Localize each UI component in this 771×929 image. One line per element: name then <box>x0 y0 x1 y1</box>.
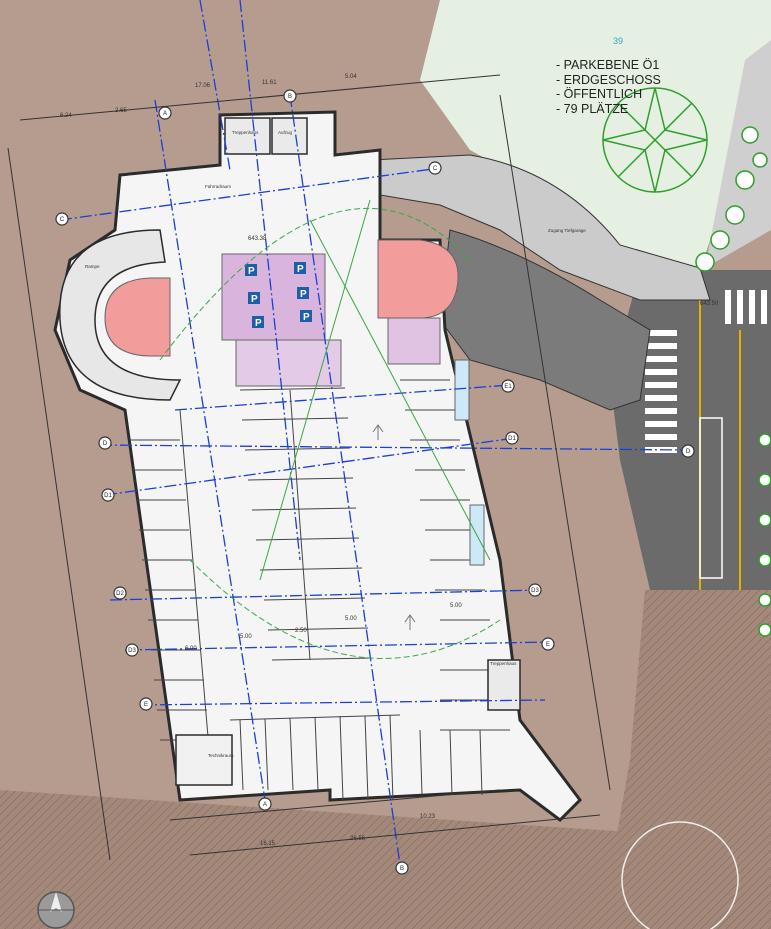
plan-legend: - PARKEBENE Ö1 - ERDGESCHOSS - ÖFFENTLIC… <box>556 58 661 116</box>
svg-text:D: D <box>103 441 108 447</box>
accessible-bays <box>221 253 326 341</box>
svg-text:Zugang Tiefgarage: Zugang Tiefgarage <box>548 228 586 233</box>
lift-core-top <box>271 117 308 155</box>
svg-text:P: P <box>297 264 304 275</box>
legend-line-2: - ERDGESCHOSS <box>556 72 661 87</box>
svg-text:B: B <box>288 94 292 100</box>
svg-text:5.00: 5.00 <box>240 634 252 640</box>
svg-text:E1: E1 <box>504 384 512 390</box>
legend-line-3: - ÖFFENTLICH <box>556 87 643 101</box>
svg-text:B: B <box>400 866 404 872</box>
svg-text:6.24: 6.24 <box>60 113 72 119</box>
svg-text:643.50: 643.50 <box>700 301 719 307</box>
svg-text:P: P <box>248 266 255 277</box>
svg-text:Fahrradraum: Fahrradraum <box>205 184 231 189</box>
stair-core-top <box>224 117 271 155</box>
svg-text:P: P <box>255 318 262 329</box>
svg-text:16.15: 16.15 <box>260 841 276 847</box>
svg-text:11.61: 11.61 <box>262 80 277 86</box>
legend-line-4: - 79 PLÄTZE <box>556 101 629 116</box>
svg-text:D3: D3 <box>128 648 136 654</box>
site-plan: P P P P P P A B C C D D1 D1 D D2 D3 E D3… <box>0 0 771 929</box>
red-island-left <box>104 277 171 357</box>
svg-text:D1: D1 <box>104 493 112 499</box>
svg-text:P: P <box>251 294 258 305</box>
drainage-strip <box>454 359 470 421</box>
svg-text:Treppenhaus: Treppenhaus <box>490 661 517 666</box>
svg-text:5.00: 5.00 <box>450 603 462 609</box>
svg-text:A: A <box>163 111 167 117</box>
street <box>610 270 771 590</box>
svg-text:2.65: 2.65 <box>115 108 127 114</box>
svg-text:Technikraum: Technikraum <box>208 753 234 758</box>
svg-text:P: P <box>303 312 310 323</box>
svg-text:Aufzug: Aufzug <box>278 130 293 135</box>
room-technik <box>175 734 233 786</box>
svg-text:5.04: 5.04 <box>345 74 357 80</box>
svg-text:C: C <box>433 166 438 172</box>
svg-text:D3: D3 <box>531 588 539 594</box>
svg-text:E: E <box>144 702 148 708</box>
svg-text:26.56: 26.56 <box>350 836 366 842</box>
svg-text:10.23: 10.23 <box>420 814 436 820</box>
svg-text:5.00: 5.00 <box>345 616 357 622</box>
legend-line-1: - PARKEBENE Ö1 <box>556 58 660 72</box>
svg-text:C: C <box>60 217 65 223</box>
svg-text:Rampe: Rampe <box>85 264 100 269</box>
svg-text:6.00: 6.00 <box>185 646 197 652</box>
svg-text:17.06: 17.06 <box>195 83 211 89</box>
accessible-bay-right <box>387 317 441 365</box>
svg-text:A: A <box>263 802 267 808</box>
svg-text:Treppenhaus: Treppenhaus <box>232 130 259 135</box>
accessible-bays-lower <box>235 339 342 387</box>
svg-text:D1: D1 <box>508 436 516 442</box>
svg-text:P: P <box>300 289 307 300</box>
north-arrow-icon <box>37 891 75 929</box>
svg-text:643.38: 643.38 <box>248 236 267 242</box>
hatched-terrain-right <box>600 590 771 929</box>
svg-text:E: E <box>546 642 550 648</box>
svg-text:2.50: 2.50 <box>295 628 307 634</box>
svg-text:D: D <box>686 449 691 455</box>
plan-drawing: P P P P P P A B C C D D1 D1 D D2 D3 E D3… <box>0 0 771 929</box>
plot-number: 39 <box>613 36 624 46</box>
red-island-right <box>377 239 459 319</box>
stair-core-bottom <box>487 659 521 711</box>
svg-text:D2: D2 <box>116 591 124 597</box>
